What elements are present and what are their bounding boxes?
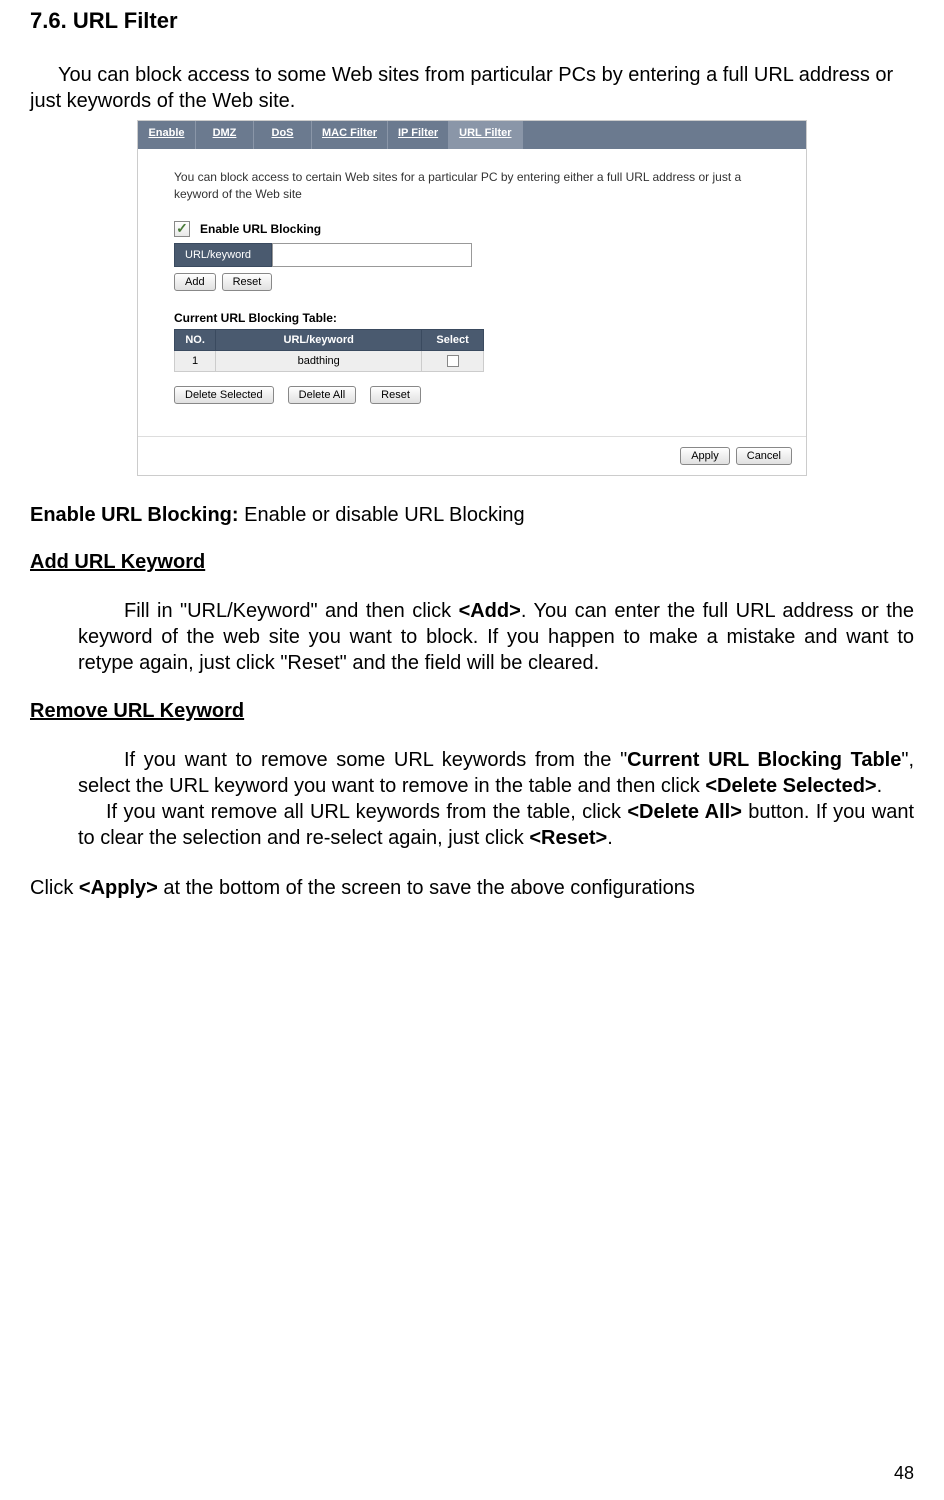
rp1-1: If you want to remove some URL keywords …: [124, 749, 627, 771]
delete-selected-button[interactable]: Delete Selected: [174, 386, 274, 404]
delete-all-button[interactable]: Delete All: [288, 386, 356, 404]
td-select: [422, 350, 484, 371]
tab-dmz[interactable]: DMZ: [196, 121, 254, 149]
remove-p2: If you want remove all URL keywords from…: [78, 799, 914, 851]
cancel-button[interactable]: Cancel: [736, 447, 792, 465]
apply-button[interactable]: Apply: [680, 447, 730, 465]
remove-p1: If you want to remove some URL keywords …: [78, 747, 914, 799]
th-no: NO.: [175, 329, 216, 350]
enable-def-desc: Enable or disable URL Blocking: [239, 504, 525, 526]
td-keyword: badthing: [216, 350, 422, 371]
add-bold: <Add>: [459, 600, 521, 622]
th-select: Select: [422, 329, 484, 350]
reset-button[interactable]: Reset: [222, 273, 273, 291]
rp2-b1: <Delete All>: [627, 801, 742, 823]
tab-enable[interactable]: Enable: [138, 121, 196, 149]
td-no: 1: [175, 350, 216, 371]
final-2: at the bottom of the screen to save the …: [158, 877, 695, 899]
final-bold: <Apply>: [79, 877, 158, 899]
rp1-b2: <Delete Selected>: [705, 775, 876, 797]
panel-description: You can block access to certain Web site…: [174, 169, 770, 203]
tab-bar: Enable DMZ DoS MAC Filter IP Filter URL …: [138, 121, 806, 149]
remove-url-heading: Remove URL Keyword: [30, 700, 914, 723]
row-select-checkbox[interactable]: [447, 355, 459, 367]
rp2-1: If you want remove all URL keywords from…: [106, 801, 627, 823]
table-title: Current URL Blocking Table:: [174, 311, 770, 325]
rp1-b1: Current URL Blocking Table: [627, 749, 901, 771]
final-1: Click: [30, 877, 79, 899]
rp1-3: .: [877, 775, 883, 797]
url-filter-screenshot: Enable DMZ DoS MAC Filter IP Filter URL …: [137, 120, 807, 476]
add-button[interactable]: Add: [174, 273, 216, 291]
tab-mac-filter[interactable]: MAC Filter: [312, 121, 388, 149]
enable-def-label: Enable URL Blocking:: [30, 504, 239, 526]
url-blocking-table: NO. URL/keyword Select 1 badthing: [174, 329, 484, 372]
tab-ip-filter[interactable]: IP Filter: [388, 121, 449, 149]
tab-url-filter[interactable]: URL Filter: [449, 121, 522, 149]
reset-table-button[interactable]: Reset: [370, 386, 421, 404]
add-url-heading: Add URL Keyword: [30, 551, 914, 574]
enable-definition: Enable URL Blocking: Enable or disable U…: [30, 504, 914, 527]
rp2-3: .: [607, 827, 613, 849]
table-row: 1 badthing: [175, 350, 484, 371]
footer-buttons: Apply Cancel: [138, 436, 806, 475]
enable-checkbox-row: ✓ Enable URL Blocking: [174, 221, 770, 237]
tab-dos[interactable]: DoS: [254, 121, 312, 149]
section-number: 7.6.: [30, 8, 67, 33]
url-keyword-input-row: URL/keyword: [174, 243, 770, 267]
final-text: Click <Apply> at the bottom of the scree…: [30, 875, 914, 901]
panel-body: You can block access to certain Web site…: [138, 149, 806, 436]
section-title-text: URL Filter: [73, 8, 178, 33]
checkmark-icon: ✓: [176, 220, 188, 237]
intro-text: You can block access to some Web sites f…: [30, 62, 914, 114]
section-title: 7.6. URL Filter: [30, 8, 914, 34]
add-url-text: Fill in "URL/Keyword" and then click <Ad…: [78, 598, 914, 676]
remove-url-block: If you want to remove some URL keywords …: [78, 747, 914, 851]
th-keyword: URL/keyword: [216, 329, 422, 350]
enable-url-blocking-checkbox[interactable]: ✓: [174, 221, 190, 237]
page-number: 48: [894, 1463, 914, 1484]
enable-checkbox-label: Enable URL Blocking: [200, 222, 321, 236]
table-button-row: Delete Selected Delete All Reset: [174, 386, 770, 404]
add-reset-row: Add Reset: [174, 273, 770, 291]
add-text-1: Fill in "URL/Keyword" and then click: [124, 600, 459, 622]
url-keyword-input[interactable]: [272, 243, 472, 267]
rp2-b2: <Reset>: [529, 827, 607, 849]
url-keyword-label: URL/keyword: [174, 243, 272, 267]
